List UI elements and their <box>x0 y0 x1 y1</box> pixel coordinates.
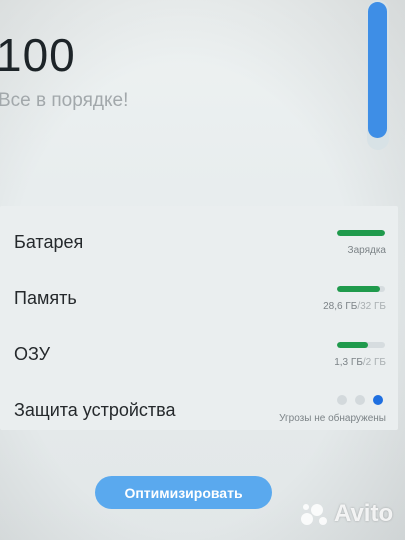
ram-label: ОЗУ <box>14 344 51 364</box>
device-protection-row[interactable]: Защита устройства Угрозы не обнаружены <box>0 382 398 438</box>
storage-usage-bar <box>337 286 385 292</box>
avito-watermark: Avito <box>300 500 393 528</box>
protection-dot-3 <box>373 395 383 405</box>
score-value: 100 <box>0 29 76 81</box>
protection-indicator <box>335 395 385 405</box>
storage-label: Память <box>14 288 77 308</box>
ram-usage-text: 1,3 ГБ/2 ГБ <box>334 357 386 368</box>
ram-usage-bar <box>337 342 385 348</box>
ram-usage-fill <box>337 342 369 348</box>
device-protection-status: Угрозы не обнаружены <box>279 413 386 424</box>
protection-dot-1 <box>337 395 347 405</box>
protection-dot-2 <box>355 395 365 405</box>
ram-row[interactable]: ОЗУ 1,3 ГБ/2 ГБ <box>0 326 398 382</box>
battery-level-fill <box>337 230 385 236</box>
avito-logo-icon <box>301 504 327 525</box>
battery-label: Батарея <box>14 232 84 252</box>
scrollbar-thumb[interactable] <box>368 2 387 138</box>
storage-usage-text: 28,6 ГБ/32 ГБ <box>323 301 386 312</box>
storage-used: 28,6 ГБ <box>323 301 358 312</box>
ram-used: 1,3 ГБ <box>334 357 363 368</box>
battery-status: Зарядка <box>347 245 386 256</box>
optimize-button[interactable]: Оптимизировать <box>95 476 272 509</box>
status-card: Батарея Зарядка Память 28,6 ГБ/32 ГБ ОЗУ… <box>0 206 398 430</box>
ram-total: /2 ГБ <box>362 357 386 368</box>
device-score: 100 <box>0 28 76 82</box>
storage-usage-fill <box>337 286 380 292</box>
status-message: Все в порядке! <box>0 90 129 111</box>
avito-brand-text: Avito <box>334 500 394 527</box>
device-protection-label: Защита устройства <box>14 400 176 420</box>
storage-total: /32 ГБ <box>357 301 386 312</box>
battery-level-bar <box>337 230 385 236</box>
storage-row[interactable]: Память 28,6 ГБ/32 ГБ <box>0 270 398 326</box>
battery-row[interactable]: Батарея Зарядка <box>0 214 398 270</box>
